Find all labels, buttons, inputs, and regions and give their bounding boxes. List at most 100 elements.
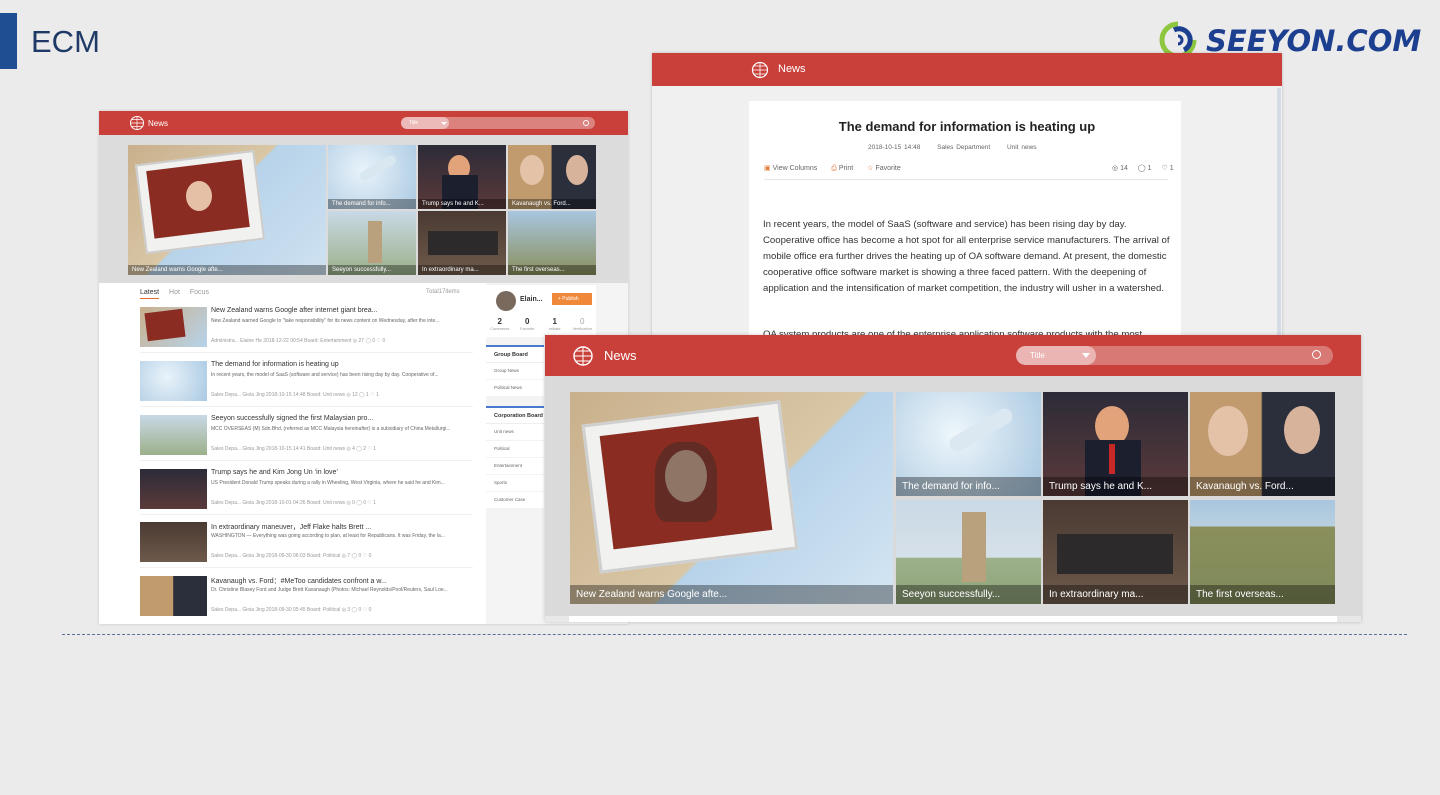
slide-title: ECM (31, 24, 100, 59)
gallery-item[interactable]: Seeyon successfully... (328, 211, 416, 275)
news-row[interactable]: New Zealand warns Google after internet … (140, 303, 473, 353)
news-row[interactable]: The demand for information is heating up… (140, 357, 473, 407)
search-icon[interactable] (583, 120, 589, 126)
news-meta: Sales Depa... Gioia Jing 2018-10-15 14:4… (211, 446, 377, 452)
gallery-caption: The demand for info... (896, 477, 1041, 496)
board-item[interactable]: Unit news (486, 424, 544, 441)
news-brand-label: News (778, 63, 806, 75)
article-tools: ▣ View Columns ⎙ Print ☆ Favorite (764, 164, 913, 173)
stat-verification[interactable]: 0 Verification (569, 317, 597, 331)
news-title[interactable]: New Zealand warns Google after internet … (211, 307, 378, 314)
news-summary: New Zealand warned Google to "take respo… (211, 318, 440, 324)
article-screenshot: News The demand for information is heati… (652, 53, 1282, 345)
gallery-item[interactable]: In extraordinary ma... (418, 211, 506, 275)
news-row[interactable]: In extraordinary maneuver，Jeff Flake hal… (140, 518, 473, 568)
news-tabs: Latest Hot Focus (140, 289, 217, 299)
total-count: Total17items (426, 289, 460, 295)
tab-focus[interactable]: Focus (190, 289, 209, 296)
board-item[interactable]: Political (486, 441, 544, 458)
tab-hot[interactable]: Hot (169, 289, 180, 296)
article-counts: ◎ 14 ◯ 1 ♡ 1 (1104, 164, 1174, 172)
news-thumbnail (140, 361, 207, 401)
board-item[interactable]: Sports (486, 475, 544, 492)
gallery-item[interactable]: New Zealand warns Google afte... (570, 392, 893, 604)
board-item[interactable]: Political News (486, 380, 544, 397)
news-title[interactable]: Seeyon successfully signed the first Mal… (211, 415, 373, 422)
article-date: 2018-10-15 14:48 (868, 144, 921, 151)
news-title[interactable]: Kavanaugh vs. Ford：#MeToo candidates con… (211, 576, 387, 586)
comments-count[interactable]: ◯ 1 (1138, 165, 1152, 172)
news-globe-icon (751, 61, 769, 79)
news-thumbnail (140, 415, 207, 455)
list-area-edge (569, 616, 1337, 622)
gallery-caption: Seeyon successfully... (896, 585, 1041, 604)
favorite-button[interactable]: ☆ Favorite (867, 165, 901, 172)
user-card: Elain... + Publish 2 Comments 0 Favorite 1… (486, 285, 596, 337)
gallery-caption: Kavanaugh vs. Ford... (508, 199, 596, 209)
news-thumbnail (140, 522, 207, 562)
board-title: Group Board (486, 347, 544, 363)
gallery-item[interactable]: The demand for info... (328, 145, 416, 209)
gallery-caption: The demand for info... (328, 199, 416, 209)
board-item[interactable]: Customer Case (486, 492, 544, 509)
star-icon: ☆ (867, 165, 874, 172)
board-item[interactable]: Group News (486, 363, 544, 380)
news-meta: Sales Depa... Gioia Jing 2018-09-30 05:4… (211, 607, 372, 613)
tab-latest[interactable]: Latest (140, 289, 160, 299)
article-department: Sales Department (937, 144, 991, 151)
gallery-caption: Kavanaugh vs. Ford... (1190, 477, 1335, 496)
stat-comments[interactable]: 2 Comments (486, 317, 514, 331)
view-columns-button[interactable]: ▣ View Columns (764, 165, 817, 172)
news-globe-icon (130, 116, 144, 130)
search-bar[interactable]: Title (1016, 346, 1333, 365)
likes-count[interactable]: ♡ 1 (1161, 165, 1173, 172)
gallery-item[interactable]: New Zealand warns Google afte... (128, 145, 326, 275)
corporation-board: Corporation Board Unit news Political En… (486, 406, 544, 509)
gallery-item[interactable]: Seeyon successfully... (896, 500, 1041, 604)
news-title[interactable]: The demand for information is heating up (211, 361, 339, 368)
news-title[interactable]: Trump says he and Kim Jong Un ‘in love’ (211, 469, 338, 476)
article-header: News (652, 53, 1282, 86)
gallery-caption: Trump says he and K... (418, 199, 506, 209)
news-row[interactable]: Trump says he and Kim Jong Un ‘in love’ … (140, 465, 473, 515)
divider (764, 179, 1168, 180)
gallery-caption: New Zealand warns Google afte... (570, 585, 893, 604)
news-row[interactable]: Seeyon successfully signed the first Mal… (140, 411, 473, 461)
user-name[interactable]: Elain... (520, 296, 543, 303)
gallery-item[interactable]: Trump says he and K... (418, 145, 506, 209)
stat-favorite[interactable]: 0 Favorite (514, 317, 542, 331)
gallery-item[interactable]: In extraordinary ma... (1043, 500, 1188, 604)
publish-button[interactable]: + Publish (552, 293, 592, 305)
gallery-item[interactable]: The first overseas... (1190, 500, 1335, 604)
board-item[interactable]: Entertainment (486, 458, 544, 475)
scrollbar[interactable] (1277, 88, 1281, 345)
image-icon: ▣ (764, 165, 771, 172)
news-summary: US President Donald Trump speaks during … (211, 480, 445, 486)
news-globe-icon (573, 346, 593, 366)
gallery-item[interactable]: Kavanaugh vs. Ford... (508, 145, 596, 209)
gallery-item[interactable]: Trump says he and K... (1043, 392, 1188, 496)
avatar[interactable] (496, 291, 516, 311)
gallery-caption: Trump says he and K... (1043, 477, 1188, 496)
divider-line (62, 634, 1407, 635)
gallery-caption: New Zealand warns Google afte... (128, 265, 326, 275)
news-brand-label: News (148, 119, 169, 128)
gallery-item[interactable]: The demand for info... (896, 392, 1041, 496)
stat-initiate[interactable]: 1 Initiate (541, 317, 569, 331)
gallery-item[interactable]: Kavanaugh vs. Ford... (1190, 392, 1335, 496)
news-thumbnail (140, 307, 207, 347)
gallery-item[interactable]: The first overseas... (508, 211, 596, 275)
search-icon[interactable] (1312, 350, 1321, 359)
print-button[interactable]: ⎙ Print (831, 165, 853, 172)
gallery-caption: In extraordinary ma... (1043, 585, 1188, 604)
user-stats: 2 Comments 0 Favorite 1 Initiate 0 Verificat… (486, 317, 596, 331)
gallery-caption: Seeyon successfully... (328, 265, 416, 275)
search-bar[interactable]: Title (401, 117, 595, 129)
news-title[interactable]: In extraordinary maneuver，Jeff Flake hal… (211, 522, 371, 532)
article-title: The demand for information is heating up (838, 119, 1096, 134)
print-icon: ⎙ (831, 165, 837, 172)
news-row[interactable]: Kavanaugh vs. Ford：#MeToo candidates con… (140, 572, 473, 622)
news-summary: MCC OVERSEAS (M) Sdn.Bhd, (referred as M… (211, 426, 451, 432)
news-meta: Sales Depa... Gioia Jing 2018-10-15 14:4… (211, 392, 379, 398)
headline-gallery: New Zealand warns Google afte... The dem… (99, 135, 628, 283)
